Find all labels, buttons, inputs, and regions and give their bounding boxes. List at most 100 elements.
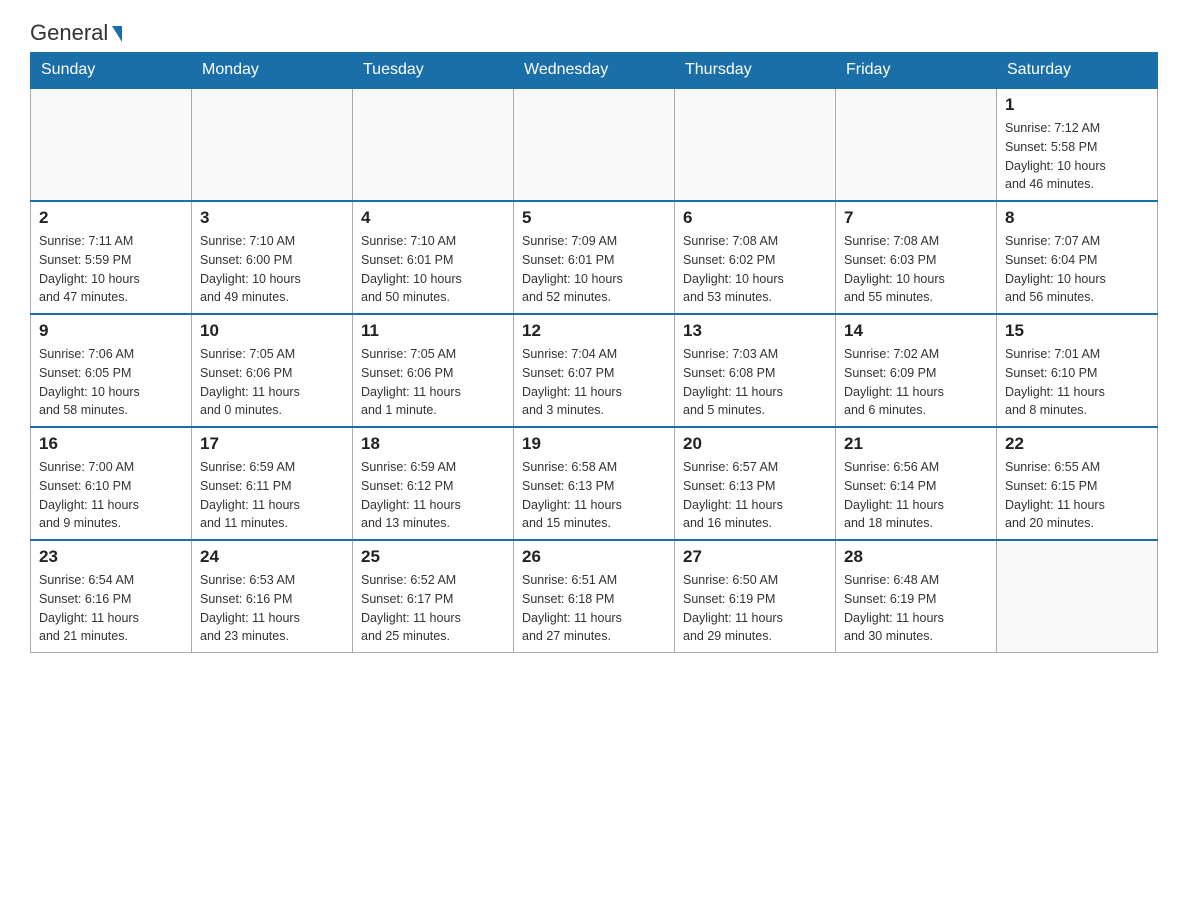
- day-number: 25: [361, 547, 505, 567]
- calendar-day-cell: 1 Sunrise: 7:12 AM Sunset: 5:58 PM Daylig…: [997, 88, 1158, 201]
- calendar-week-row: 1 Sunrise: 7:12 AM Sunset: 5:58 PM Daylig…: [31, 88, 1158, 201]
- day-number: 3: [200, 208, 344, 228]
- calendar-week-row: 16 Sunrise: 7:00 AM Sunset: 6:10 PM Dayli…: [31, 427, 1158, 540]
- calendar-day-cell: [997, 540, 1158, 653]
- day-info: Sunrise: 7:08 AM Sunset: 6:02 PM Dayligh…: [683, 232, 827, 307]
- calendar-day-cell: 25 Sunrise: 6:52 AM Sunset: 6:17 PM Dayli…: [353, 540, 514, 653]
- day-info: Sunrise: 7:01 AM Sunset: 6:10 PM Dayligh…: [1005, 345, 1149, 420]
- day-number: 22: [1005, 434, 1149, 454]
- calendar-day-cell: 13 Sunrise: 7:03 AM Sunset: 6:08 PM Dayli…: [675, 314, 836, 427]
- day-info: Sunrise: 6:57 AM Sunset: 6:13 PM Dayligh…: [683, 458, 827, 533]
- calendar-day-cell: 20 Sunrise: 6:57 AM Sunset: 6:13 PM Dayli…: [675, 427, 836, 540]
- calendar-day-cell: 19Sunrise: 6:58 AM Sunset: 6:13 PM Dayli…: [514, 427, 675, 540]
- calendar-day-cell: [31, 88, 192, 201]
- day-of-week-header: Tuesday: [353, 53, 514, 89]
- day-info: Sunrise: 7:03 AM Sunset: 6:08 PM Dayligh…: [683, 345, 827, 420]
- day-info: Sunrise: 7:06 AM Sunset: 6:05 PM Dayligh…: [39, 345, 183, 420]
- calendar-day-cell: [514, 88, 675, 201]
- calendar-day-cell: 8Sunrise: 7:07 AM Sunset: 6:04 PM Daylig…: [997, 201, 1158, 314]
- day-number: 1: [1005, 95, 1149, 115]
- day-info: Sunrise: 6:58 AM Sunset: 6:13 PM Dayligh…: [522, 458, 666, 533]
- calendar-week-row: 23 Sunrise: 6:54 AM Sunset: 6:16 PM Dayli…: [31, 540, 1158, 653]
- day-info: Sunrise: 6:51 AM Sunset: 6:18 PM Dayligh…: [522, 571, 666, 646]
- calendar-day-cell: [675, 88, 836, 201]
- day-number: 5: [522, 208, 666, 228]
- day-info: Sunrise: 7:04 AM Sunset: 6:07 PM Dayligh…: [522, 345, 666, 420]
- day-number: 23: [39, 547, 183, 567]
- day-of-week-header: Friday: [836, 53, 997, 89]
- day-info: Sunrise: 6:48 AM Sunset: 6:19 PM Dayligh…: [844, 571, 988, 646]
- day-info: Sunrise: 6:50 AM Sunset: 6:19 PM Dayligh…: [683, 571, 827, 646]
- day-number: 16: [39, 434, 183, 454]
- calendar-day-cell: 23 Sunrise: 6:54 AM Sunset: 6:16 PM Dayli…: [31, 540, 192, 653]
- logo-arrow-icon: [112, 26, 122, 42]
- day-number: 28: [844, 547, 988, 567]
- calendar-day-cell: 17 Sunrise: 6:59 AM Sunset: 6:11 PM Dayli…: [192, 427, 353, 540]
- calendar-day-cell: 4Sunrise: 7:10 AM Sunset: 6:01 PM Daylig…: [353, 201, 514, 314]
- day-number: 12: [522, 321, 666, 341]
- calendar-day-cell: 15Sunrise: 7:01 AM Sunset: 6:10 PM Dayli…: [997, 314, 1158, 427]
- day-info: Sunrise: 7:09 AM Sunset: 6:01 PM Dayligh…: [522, 232, 666, 307]
- calendar-day-cell: 16 Sunrise: 7:00 AM Sunset: 6:10 PM Dayli…: [31, 427, 192, 540]
- day-number: 20: [683, 434, 827, 454]
- day-of-week-header: Sunday: [31, 53, 192, 89]
- day-info: Sunrise: 7:11 AM Sunset: 5:59 PM Dayligh…: [39, 232, 183, 307]
- day-number: 10: [200, 321, 344, 341]
- calendar-day-cell: 18 Sunrise: 6:59 AM Sunset: 6:12 PM Dayli…: [353, 427, 514, 540]
- calendar-day-cell: 9 Sunrise: 7:06 AM Sunset: 6:05 PM Daylig…: [31, 314, 192, 427]
- day-of-week-header: Saturday: [997, 53, 1158, 89]
- calendar-day-cell: 24Sunrise: 6:53 AM Sunset: 6:16 PM Dayli…: [192, 540, 353, 653]
- calendar-day-cell: 6 Sunrise: 7:08 AM Sunset: 6:02 PM Daylig…: [675, 201, 836, 314]
- day-number: 17: [200, 434, 344, 454]
- day-info: Sunrise: 6:56 AM Sunset: 6:14 PM Dayligh…: [844, 458, 988, 533]
- calendar-day-cell: [353, 88, 514, 201]
- day-info: Sunrise: 6:53 AM Sunset: 6:16 PM Dayligh…: [200, 571, 344, 646]
- day-of-week-header: Monday: [192, 53, 353, 89]
- logo-general-text: General: [30, 20, 122, 46]
- calendar-day-cell: 7 Sunrise: 7:08 AM Sunset: 6:03 PM Daylig…: [836, 201, 997, 314]
- calendar-day-cell: 2 Sunrise: 7:11 AM Sunset: 5:59 PM Daylig…: [31, 201, 192, 314]
- day-number: 13: [683, 321, 827, 341]
- day-info: Sunrise: 6:52 AM Sunset: 6:17 PM Dayligh…: [361, 571, 505, 646]
- day-info: Sunrise: 7:05 AM Sunset: 6:06 PM Dayligh…: [200, 345, 344, 420]
- day-info: Sunrise: 6:59 AM Sunset: 6:12 PM Dayligh…: [361, 458, 505, 533]
- day-of-week-header: Thursday: [675, 53, 836, 89]
- day-info: Sunrise: 7:05 AM Sunset: 6:06 PM Dayligh…: [361, 345, 505, 420]
- calendar-day-cell: 21Sunrise: 6:56 AM Sunset: 6:14 PM Dayli…: [836, 427, 997, 540]
- calendar-header-row: SundayMondayTuesdayWednesdayThursdayFrid…: [31, 53, 1158, 89]
- calendar-day-cell: 27Sunrise: 6:50 AM Sunset: 6:19 PM Dayli…: [675, 540, 836, 653]
- day-number: 7: [844, 208, 988, 228]
- day-info: Sunrise: 6:54 AM Sunset: 6:16 PM Dayligh…: [39, 571, 183, 646]
- day-info: Sunrise: 7:02 AM Sunset: 6:09 PM Dayligh…: [844, 345, 988, 420]
- day-info: Sunrise: 7:10 AM Sunset: 6:00 PM Dayligh…: [200, 232, 344, 307]
- day-info: Sunrise: 7:08 AM Sunset: 6:03 PM Dayligh…: [844, 232, 988, 307]
- day-number: 9: [39, 321, 183, 341]
- day-number: 2: [39, 208, 183, 228]
- calendar-day-cell: 10 Sunrise: 7:05 AM Sunset: 6:06 PM Dayli…: [192, 314, 353, 427]
- day-info: Sunrise: 7:00 AM Sunset: 6:10 PM Dayligh…: [39, 458, 183, 533]
- day-info: Sunrise: 6:55 AM Sunset: 6:15 PM Dayligh…: [1005, 458, 1149, 533]
- logo: General: [30, 20, 122, 42]
- calendar-day-cell: 26 Sunrise: 6:51 AM Sunset: 6:18 PM Dayli…: [514, 540, 675, 653]
- calendar-day-cell: 28 Sunrise: 6:48 AM Sunset: 6:19 PM Dayli…: [836, 540, 997, 653]
- day-number: 26: [522, 547, 666, 567]
- day-of-week-header: Wednesday: [514, 53, 675, 89]
- page-header: General: [30, 20, 1158, 42]
- day-info: Sunrise: 7:12 AM Sunset: 5:58 PM Dayligh…: [1005, 119, 1149, 194]
- day-number: 11: [361, 321, 505, 341]
- calendar-day-cell: 12 Sunrise: 7:04 AM Sunset: 6:07 PM Dayli…: [514, 314, 675, 427]
- calendar-day-cell: [192, 88, 353, 201]
- calendar-day-cell: 22 Sunrise: 6:55 AM Sunset: 6:15 PM Dayli…: [997, 427, 1158, 540]
- day-info: Sunrise: 6:59 AM Sunset: 6:11 PM Dayligh…: [200, 458, 344, 533]
- day-info: Sunrise: 7:07 AM Sunset: 6:04 PM Dayligh…: [1005, 232, 1149, 307]
- day-number: 6: [683, 208, 827, 228]
- calendar-table: SundayMondayTuesdayWednesdayThursdayFrid…: [30, 52, 1158, 653]
- calendar-day-cell: [836, 88, 997, 201]
- calendar-week-row: 2 Sunrise: 7:11 AM Sunset: 5:59 PM Daylig…: [31, 201, 1158, 314]
- day-number: 18: [361, 434, 505, 454]
- day-number: 4: [361, 208, 505, 228]
- calendar-week-row: 9 Sunrise: 7:06 AM Sunset: 6:05 PM Daylig…: [31, 314, 1158, 427]
- calendar-day-cell: 11 Sunrise: 7:05 AM Sunset: 6:06 PM Dayli…: [353, 314, 514, 427]
- calendar-day-cell: 3 Sunrise: 7:10 AM Sunset: 6:00 PM Daylig…: [192, 201, 353, 314]
- calendar-day-cell: 14Sunrise: 7:02 AM Sunset: 6:09 PM Dayli…: [836, 314, 997, 427]
